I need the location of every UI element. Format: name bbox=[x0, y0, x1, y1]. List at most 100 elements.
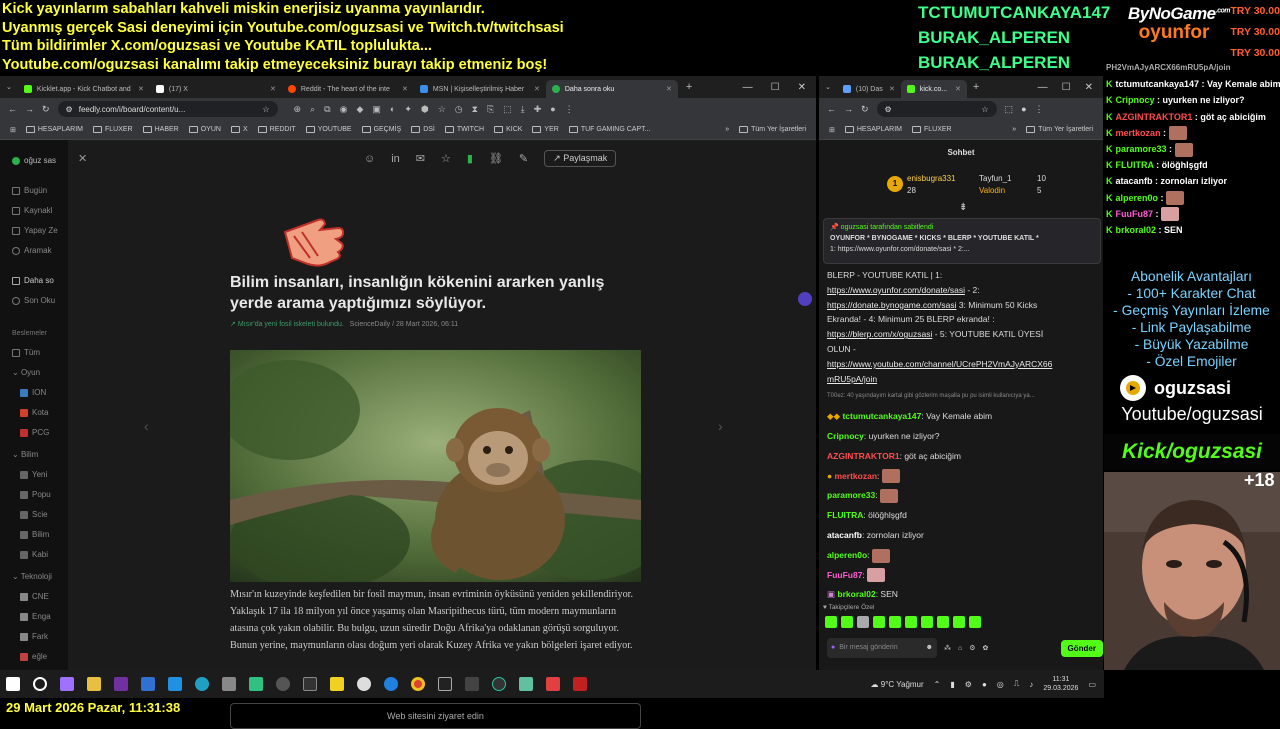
store-icon[interactable] bbox=[141, 677, 155, 691]
nav-search[interactable]: Aramak bbox=[12, 246, 52, 255]
search-icon[interactable] bbox=[33, 677, 47, 691]
extension-icon[interactable]: ☆ bbox=[438, 104, 446, 115]
close-icon[interactable]: ✕ bbox=[955, 85, 961, 93]
close-icon[interactable]: ✕ bbox=[889, 85, 895, 93]
emote-icon[interactable] bbox=[905, 616, 917, 628]
chat-link[interactable]: https://blerp.com/x/oguzsasi bbox=[827, 329, 932, 339]
nav-sources[interactable]: Kaynakl bbox=[12, 206, 52, 215]
feed-item[interactable]: Popu bbox=[20, 490, 51, 499]
menu-icon[interactable]: ⋮ bbox=[565, 104, 574, 115]
menu-icon[interactable]: ⋮ bbox=[1035, 104, 1044, 115]
bookmark-folder[interactable]: GEÇMİŞ bbox=[361, 126, 401, 133]
bookmark-folder[interactable]: DSİ bbox=[411, 126, 435, 133]
send-button[interactable]: Gönder bbox=[1060, 639, 1103, 657]
app-icon[interactable] bbox=[249, 677, 263, 691]
feedly-ai-icon[interactable]: ☺ bbox=[364, 153, 375, 165]
emote-icon[interactable] bbox=[969, 616, 981, 628]
linkedin-icon[interactable]: in bbox=[391, 153, 400, 165]
onenote-icon[interactable] bbox=[114, 677, 128, 691]
tray-app-icon[interactable]: ▮ bbox=[950, 680, 954, 689]
feed-item[interactable]: Scie bbox=[20, 510, 48, 519]
tab-reddit[interactable]: Reddit - The heart of the inte ✕ bbox=[282, 80, 414, 98]
all-bookmarks[interactable]: Tüm Yer İşaretleri bbox=[739, 126, 806, 133]
close-window-icon[interactable]: ✕ bbox=[798, 82, 806, 93]
windows-start-icon[interactable] bbox=[6, 677, 20, 691]
extension-icon[interactable]: ⬢ bbox=[421, 104, 429, 115]
tab-kicklet[interactable]: Kicklet.app - Kick Chatbot and ✕ bbox=[18, 80, 150, 98]
close-icon[interactable]: ✕ bbox=[534, 85, 540, 93]
close-icon[interactable]: ✕ bbox=[138, 85, 144, 93]
tab-feedly[interactable]: Daha sonra oku ✕ bbox=[545, 80, 678, 98]
bookmark-folder[interactable]: YER bbox=[532, 126, 559, 133]
new-tab-icon[interactable]: + bbox=[686, 81, 692, 93]
chat-link[interactable]: mRU5pA/join bbox=[827, 372, 1097, 387]
bookmark-folder[interactable]: FLUXER bbox=[912, 126, 952, 133]
pen-app-icon[interactable] bbox=[60, 677, 74, 691]
edge-icon[interactable] bbox=[195, 677, 209, 691]
minimize-icon[interactable]: — bbox=[743, 82, 753, 93]
emote-icon[interactable] bbox=[921, 616, 933, 628]
chat-link[interactable]: https://www.oyunfor.com/donate/sasi bbox=[827, 285, 965, 295]
maximize-icon[interactable]: ☐ bbox=[771, 82, 780, 93]
feed-item[interactable]: Yeni bbox=[20, 470, 47, 479]
tray-app-icon[interactable]: ● bbox=[982, 680, 987, 689]
search-icon[interactable]: ⌕ bbox=[310, 104, 315, 115]
article-topic[interactable]: ↗ Mısır'da yeni fosil iskeleti bulundu. bbox=[230, 321, 344, 328]
close-icon[interactable]: ✕ bbox=[666, 85, 672, 93]
feed-item[interactable]: ION bbox=[20, 388, 46, 397]
feed-item[interactable]: Bilim bbox=[20, 530, 49, 539]
bookmark-star-icon[interactable]: ☆ bbox=[262, 105, 269, 114]
minimize-icon[interactable]: — bbox=[1038, 82, 1048, 93]
feed-item[interactable]: CNE bbox=[20, 592, 49, 601]
all-bookmarks[interactable]: Tüm Yer İşaretleri bbox=[1026, 126, 1093, 133]
collapse-icon[interactable]: ⇟ bbox=[959, 202, 967, 213]
nav-ai[interactable]: Yapay Ze bbox=[12, 226, 58, 235]
chat-input[interactable]: ● Bir mesaj gönderin ☻ bbox=[827, 638, 937, 658]
tab-x[interactable]: (17) X ✕ bbox=[150, 80, 282, 98]
emote-icon[interactable] bbox=[873, 616, 885, 628]
apps-grid-icon[interactable]: ⊞ bbox=[829, 126, 835, 134]
emote-icon[interactable] bbox=[825, 616, 837, 628]
url-bar[interactable]: ⚙ feedly.com/i/board/content/u... ☆ bbox=[57, 101, 278, 117]
forward-icon[interactable]: → bbox=[25, 104, 34, 114]
close-icon[interactable]: ✕ bbox=[270, 85, 276, 93]
tray-chevron-icon[interactable]: ⌃ bbox=[934, 680, 941, 689]
nav-recently-read[interactable]: Son Oku bbox=[12, 296, 55, 305]
app-icon[interactable] bbox=[438, 677, 452, 691]
feed-item[interactable]: Enga bbox=[20, 612, 51, 621]
extension-icon[interactable]: ✦ bbox=[404, 104, 412, 115]
obs-icon[interactable] bbox=[357, 677, 371, 691]
settings-icon[interactable]: ⚙ bbox=[969, 644, 975, 652]
zoom-icon[interactable]: ⊕ bbox=[294, 104, 302, 115]
extension-icon[interactable]: ◷ bbox=[455, 104, 463, 115]
extension-icon[interactable]: ▣ bbox=[372, 104, 381, 115]
extension-icon[interactable]: ⧉ bbox=[324, 104, 330, 115]
points-icon[interactable]: ⁂ bbox=[944, 644, 951, 652]
bookmark-icon[interactable]: ▮ bbox=[467, 152, 473, 165]
gifter-name[interactable]: Tayfun_1 bbox=[979, 174, 1011, 183]
bookmark-folder[interactable]: KICK bbox=[494, 126, 522, 133]
link-icon[interactable]: ⛓ bbox=[489, 152, 503, 165]
extension-icon[interactable]: ◉ bbox=[340, 104, 348, 115]
close-icon[interactable]: ✕ bbox=[402, 85, 408, 93]
extension-icon[interactable]: ◐ bbox=[390, 104, 395, 115]
forward-icon[interactable]: → bbox=[844, 104, 853, 114]
article-source[interactable]: ScienceDaily bbox=[350, 321, 390, 328]
bookmark-folder[interactable]: YOUTUBE bbox=[305, 126, 352, 133]
feed-group-bilim[interactable]: ⌄ Bilim bbox=[12, 450, 38, 459]
bookmark-folder[interactable]: HABER bbox=[142, 126, 179, 133]
emote-icon[interactable] bbox=[953, 616, 965, 628]
extension-icon[interactable]: ⬚ bbox=[503, 104, 512, 115]
feed-item[interactable]: Fark bbox=[20, 632, 48, 641]
download-icon[interactable]: ⤓ bbox=[521, 104, 525, 115]
tray-app-icon[interactable]: ◎ bbox=[997, 680, 1004, 689]
vivaldi-icon[interactable] bbox=[546, 677, 560, 691]
notification-icon[interactable]: ▭ bbox=[1088, 680, 1096, 689]
steam-icon[interactable] bbox=[276, 677, 290, 691]
new-tab-icon[interactable]: + bbox=[973, 81, 979, 93]
app-icon[interactable] bbox=[303, 677, 317, 691]
app-icon[interactable] bbox=[465, 677, 479, 691]
network-icon[interactable]: ⎍ bbox=[1014, 679, 1020, 689]
sticky-notes-icon[interactable] bbox=[330, 677, 344, 691]
emote-icon[interactable] bbox=[937, 616, 949, 628]
